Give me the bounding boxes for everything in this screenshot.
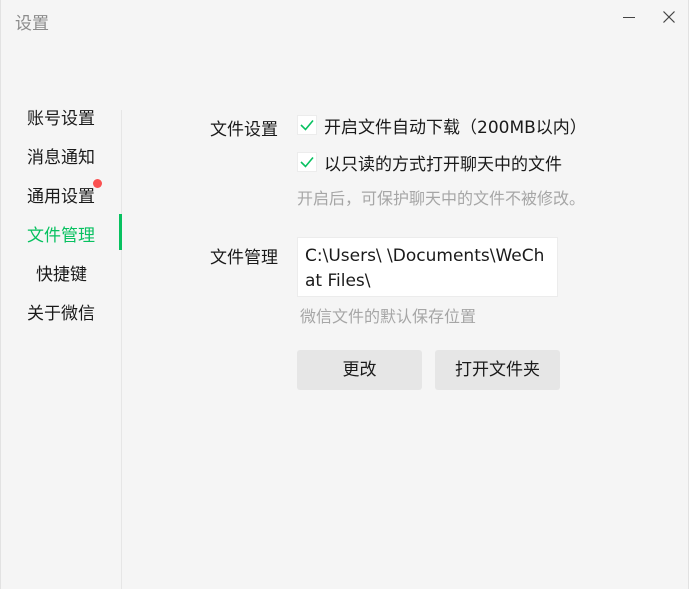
auto-download-label: 开启文件自动下载（200MB以内）	[324, 118, 587, 138]
minimize-button[interactable]	[612, 2, 648, 32]
auto-download-checkbox[interactable]: 开启文件自动下载（200MB以内）	[297, 112, 597, 138]
title-bar: 设置	[1, 0, 688, 40]
file-protect-hint: 开启后，可保护聊天中的文件不被修改。	[297, 189, 586, 208]
read-only-checkbox[interactable]: 以只读的方式打开聊天中的文件	[297, 149, 587, 175]
sidebar-item-general[interactable]: 通用设置	[1, 175, 122, 211]
window-title: 设置	[15, 14, 49, 34]
notification-badge-dot	[93, 179, 102, 188]
open-folder-button[interactable]: 打开文件夹	[435, 350, 560, 390]
read-only-label: 以只读的方式打开聊天中的文件	[324, 155, 562, 175]
close-button[interactable]	[652, 2, 688, 32]
close-icon	[663, 11, 675, 23]
sidebar-item-about[interactable]: 关于微信	[1, 292, 122, 328]
settings-window: 设置 账号设置 消息通知 通用设置 文件管理 快捷键 关于微信 文件设置 开启文…	[0, 0, 689, 589]
save-path-field[interactable]: C:\Users\ \Documents\WeChat Files\	[297, 237, 558, 297]
minimize-icon	[623, 17, 635, 18]
change-path-button[interactable]: 更改	[297, 350, 422, 390]
sidebar-item-notifications[interactable]: 消息通知	[1, 136, 122, 172]
sidebar-item-label: 关于微信	[27, 304, 95, 324]
save-path-hint: 微信文件的默认保存位置	[300, 307, 477, 326]
sidebar-item-label: 账号设置	[27, 109, 95, 129]
sidebar-item-account[interactable]: 账号设置	[1, 97, 122, 133]
checkmark-icon	[297, 152, 317, 172]
file-settings-label: 文件设置	[210, 120, 278, 140]
checkmark-icon	[297, 115, 317, 135]
sidebar-item-label: 消息通知	[27, 148, 95, 168]
sidebar-item-label: 快捷键	[36, 265, 87, 285]
sidebar-item-file-management[interactable]: 文件管理	[1, 214, 122, 250]
active-indicator	[119, 214, 122, 250]
sidebar-nav: 账号设置 消息通知 通用设置 文件管理 快捷键 关于微信	[1, 97, 122, 589]
sidebar-item-shortcuts[interactable]: 快捷键	[1, 253, 122, 289]
sidebar-item-label: 通用设置	[27, 187, 95, 207]
file-management-label: 文件管理	[210, 248, 278, 268]
sidebar-item-label: 文件管理	[27, 226, 95, 246]
